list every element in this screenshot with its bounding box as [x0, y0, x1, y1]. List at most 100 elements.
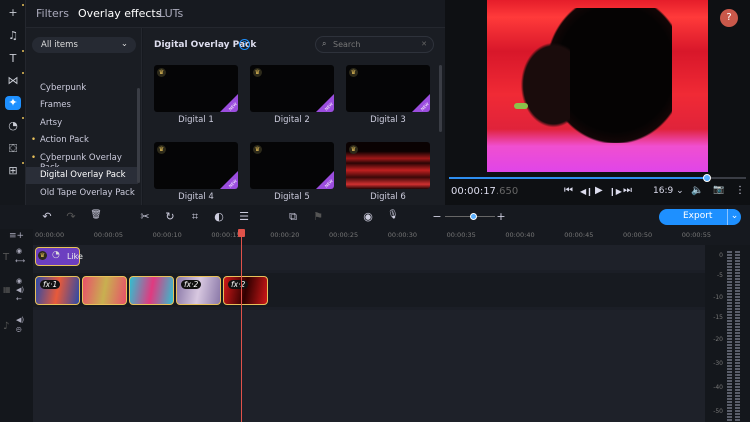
play-icon[interactable]: ▶: [595, 185, 603, 196]
crop-icon[interactable]: ⌗: [188, 210, 202, 224]
tab-overlay-effects[interactable]: Overlay effects: [78, 7, 161, 20]
list-scrollbar[interactable]: [137, 88, 140, 183]
clip-properties-icon[interactable]: ☰: [237, 210, 251, 223]
delete-icon[interactable]: 🗑: [89, 210, 103, 220]
help-icon[interactable]: ?: [239, 39, 250, 50]
pip-icon[interactable]: ⧉: [286, 210, 300, 224]
microphone-icon[interactable]: 🎙: [386, 210, 400, 220]
volume-icon[interactable]: ◀): [16, 286, 24, 294]
step-back-icon[interactable]: ◀❙: [580, 187, 593, 196]
text-track[interactable]: [33, 245, 705, 270]
effect-thumbnail[interactable]: ♛ NEW: [346, 65, 430, 112]
text-track-icon: T: [3, 252, 10, 263]
zoom-slider-handle[interactable]: [469, 213, 477, 220]
effects-icon[interactable]: ✦: [5, 96, 21, 110]
category-item[interactable]: Frames: [26, 97, 138, 114]
ruler-tick-label: 00:00:55: [681, 231, 711, 239]
playhead-line[interactable]: [241, 229, 242, 422]
effect-thumbnail[interactable]: ♛ NEW: [154, 65, 238, 112]
timeline-ruler[interactable]: 00:00:00 00:00:05 00:00:10 00:00:15 00:00:20…: [33, 229, 711, 245]
tab-luts[interactable]: LUTs: [159, 7, 183, 20]
category-item[interactable]: Old Tape Overlay Pack: [26, 185, 138, 202]
video-clip[interactable]: [82, 276, 127, 305]
video-clip[interactable]: fx·2: [223, 276, 268, 305]
stickers-icon[interactable]: ◔: [5, 117, 24, 133]
export-dropdown-icon[interactable]: ⌄: [727, 209, 741, 225]
grid-scrollbar[interactable]: [439, 65, 442, 132]
fx-badge: fx·1: [40, 280, 61, 289]
video-clip[interactable]: fx·2: [176, 276, 221, 305]
ruler-tick-label: 00:00:15: [211, 231, 241, 239]
effect-name: Digital 3: [370, 115, 406, 125]
mute-icon[interactable]: ⨸: [16, 326, 22, 335]
preview-progress-fill[interactable]: [449, 177, 708, 179]
category-item[interactable]: •Cyberpunk Overlay Pack: [26, 150, 138, 173]
category-select[interactable]: All items ⌄: [32, 37, 136, 53]
video-clip[interactable]: [129, 276, 174, 305]
music-icon[interactable]: ♫: [5, 29, 21, 43]
meter-label: -50: [713, 408, 723, 415]
detach-audio-icon[interactable]: ←: [16, 295, 22, 303]
more-apps-icon[interactable]: ⊞: [5, 162, 24, 178]
category-item[interactable]: Cyberpunk: [26, 80, 138, 97]
left-tool-rail: + ♫ T ⋈ ✦ ◔ ⛋ ⊞: [0, 0, 26, 205]
preview-progress-track[interactable]: [707, 177, 746, 179]
snapshot-icon[interactable]: 📷: [713, 185, 724, 195]
aspect-ratio-select[interactable]: 16:9 ⌄: [653, 186, 684, 196]
eye-icon[interactable]: ◉: [16, 277, 22, 285]
audio-track[interactable]: [33, 310, 705, 422]
playhead-handle[interactable]: [238, 229, 245, 237]
volume-icon[interactable]: ◀): [16, 316, 24, 324]
add-track-icon[interactable]: ≡+: [9, 231, 24, 241]
category-item-selected[interactable]: Digital Overlay Pack: [26, 167, 138, 184]
undo-icon[interactable]: ↶: [40, 210, 54, 223]
link-icon[interactable]: ⟷: [15, 257, 25, 265]
ruler-tick-label: 00:00:00: [35, 231, 65, 239]
shop-icon[interactable]: ⛋: [5, 142, 21, 156]
search-input[interactable]: ⌕ Search ✕: [315, 36, 434, 53]
video-frame-detail: [514, 103, 528, 109]
clear-search-icon[interactable]: ✕: [421, 40, 427, 48]
skip-start-icon[interactable]: ⏮: [564, 185, 573, 196]
cut-icon[interactable]: ✂: [138, 210, 152, 223]
volume-icon[interactable]: 🔈: [691, 185, 703, 196]
category-item[interactable]: Artsy: [26, 115, 138, 132]
effect-thumbnail[interactable]: ♛ NEW: [154, 142, 238, 189]
tab-filters[interactable]: Filters: [36, 7, 69, 20]
timeline-tracks[interactable]: [33, 245, 705, 422]
ruler-tick-label: 00:00:50: [623, 231, 653, 239]
crown-icon: ♛: [253, 68, 262, 77]
effect-name: Digital 4: [178, 192, 214, 202]
ruler-tick-label: 00:00:35: [446, 231, 476, 239]
rotate-icon[interactable]: ↻: [163, 210, 177, 223]
preview-scrub-handle[interactable]: [703, 174, 712, 182]
video-clip[interactable]: fx·1: [35, 276, 80, 305]
help-button[interactable]: ?: [720, 9, 738, 27]
eye-icon[interactable]: ◉: [16, 247, 22, 255]
export-button[interactable]: Export ⌄: [659, 209, 741, 225]
step-forward-icon[interactable]: ❙▶: [609, 187, 622, 196]
webcam-icon[interactable]: ◉: [361, 210, 375, 223]
effect-thumbnail[interactable]: ♛ NEW: [250, 65, 334, 112]
title-clip-label: Like: [67, 252, 83, 261]
redo-icon[interactable]: ↷: [64, 210, 78, 223]
crown-icon: ♛: [349, 68, 358, 77]
skip-end-icon[interactable]: ⏭: [623, 185, 632, 196]
title-clip[interactable]: ♛ ◔ Like: [35, 247, 83, 266]
zoom-in-icon[interactable]: +: [494, 210, 508, 223]
plus-icon[interactable]: +: [5, 4, 24, 20]
more-icon[interactable]: ⋮: [735, 185, 745, 196]
marker-icon[interactable]: ⚑: [311, 210, 325, 223]
crown-icon: ♛: [157, 145, 166, 154]
ruler-tick-label: 00:00:40: [505, 231, 535, 239]
category-item[interactable]: • Action Pack: [26, 132, 138, 149]
search-placeholder: Search: [333, 40, 361, 49]
effect-thumbnail[interactable]: ♛: [346, 142, 430, 189]
search-icon: ⌕: [322, 39, 327, 48]
zoom-out-icon[interactable]: −: [430, 210, 444, 223]
effect-thumbnail[interactable]: ♛ NEW: [250, 142, 334, 189]
text-icon[interactable]: T: [5, 50, 24, 66]
video-preview[interactable]: [487, 0, 708, 172]
transitions-icon[interactable]: ⋈: [5, 72, 24, 88]
color-adjust-icon[interactable]: ◐: [212, 210, 226, 223]
